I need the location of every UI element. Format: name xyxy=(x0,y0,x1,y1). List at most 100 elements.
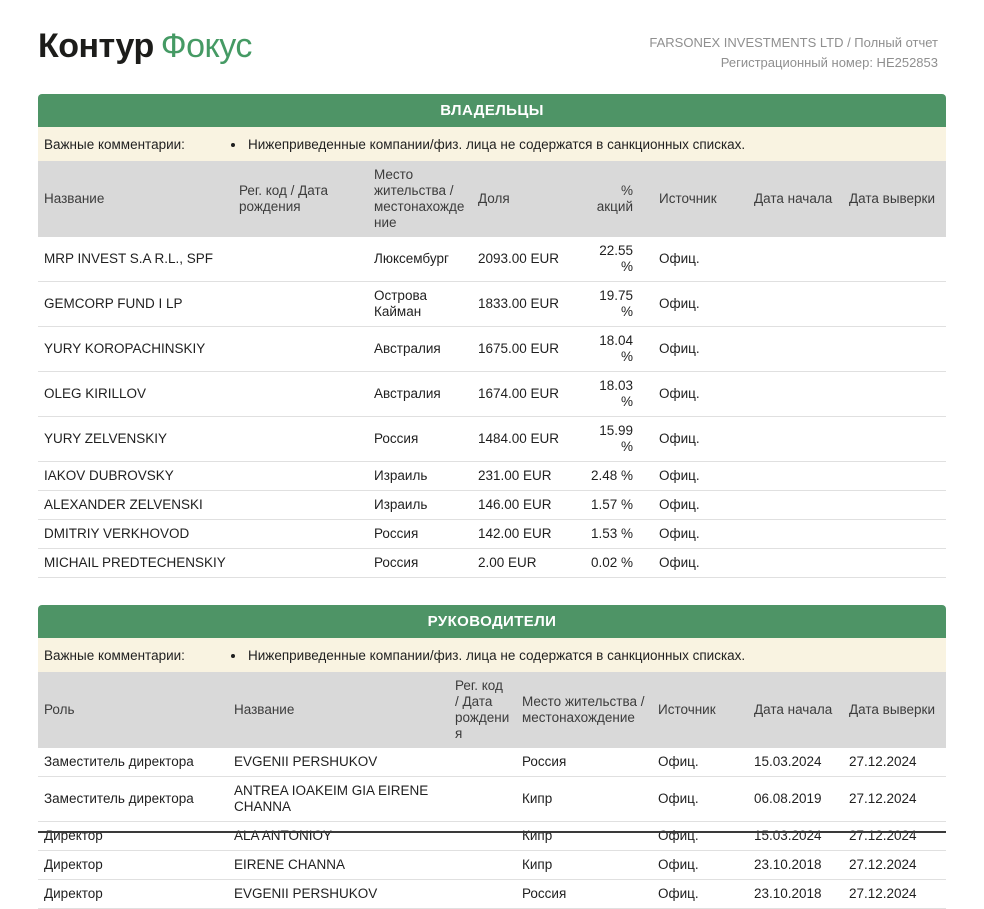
cell xyxy=(449,822,516,851)
cell: YURY KOROPACHINSKIY xyxy=(38,327,233,372)
report-title: FARSONEX INVESTMENTS LTD / Полный отчет xyxy=(649,33,938,53)
cell: Россия xyxy=(368,520,472,549)
column-header: Место жительства / местонахождение xyxy=(516,672,652,748)
cell: Заместитель директора xyxy=(38,777,228,822)
cell: 15.99 % xyxy=(583,417,653,462)
cell xyxy=(843,327,946,372)
cell: Офиц. xyxy=(653,549,748,578)
cell: Офиц. xyxy=(652,777,748,822)
section-title-owners: ВЛАДЕЛЬЦЫ xyxy=(38,94,946,127)
cell xyxy=(449,880,516,909)
cell: Израиль xyxy=(368,491,472,520)
important-comments-managers: Важные комментарии: Нижеприведенные комп… xyxy=(38,638,946,672)
page-header: КонтурФокус FARSONEX INVESTMENTS LTD / П… xyxy=(38,0,946,94)
column-header: % акций xyxy=(583,161,653,237)
column-header: Дата начала xyxy=(748,672,843,748)
cell: Директор xyxy=(38,822,228,851)
cell xyxy=(748,462,843,491)
logo-kontur-text: Контур xyxy=(38,27,154,65)
column-header: Дата начала xyxy=(748,161,843,237)
cell: Офиц. xyxy=(652,748,748,777)
table-row: GEMCORP FUND I LPОстрова Кайман1833.00 E… xyxy=(38,282,946,327)
cell: Офиц. xyxy=(652,822,748,851)
column-header: Место жительства / местонахождение xyxy=(368,161,472,237)
cell: 0.02 % xyxy=(583,549,653,578)
table-row: DMITRIY VERKHOVOD Россия142.00 EUR1.53 %О… xyxy=(38,520,946,549)
cell xyxy=(843,417,946,462)
cell xyxy=(843,520,946,549)
cell xyxy=(233,417,368,462)
table-row: Заместитель директораEVGENII PERSHUKOVРо… xyxy=(38,748,946,777)
managers-table: РольНазваниеРег. код / Дата рожденияМест… xyxy=(38,672,946,909)
cell: Директор xyxy=(38,851,228,880)
comment-item: Нижеприведенные компании/физ. лица не со… xyxy=(246,136,745,153)
cell xyxy=(233,491,368,520)
cell: Офиц. xyxy=(653,520,748,549)
cell: 15.03.2024 xyxy=(748,822,843,851)
cell: ALEXANDER ZELVENSKI xyxy=(38,491,233,520)
cell: DMITRIY VERKHOVOD xyxy=(38,520,233,549)
section-owners: ВЛАДЕЛЬЦЫ Важные комментарии: Нижепривед… xyxy=(38,94,946,578)
cell: 27.12.2024 xyxy=(843,822,946,851)
kontur-focus-logo: КонтурФокус xyxy=(38,26,252,66)
comments-list: Нижеприведенные компании/физ. лица не со… xyxy=(233,647,745,664)
cell: IAKOV DUBROVSKY xyxy=(38,462,233,491)
cell: 146.00 EUR xyxy=(472,491,583,520)
table-row: MRP INVEST S.A R.L., SPF Люксембург2093.0… xyxy=(38,237,946,282)
table-row: YURY KOROPACHINSKIYАвстралия1675.00 EUR1… xyxy=(38,327,946,372)
column-header: Дата выверки xyxy=(843,672,946,748)
owners-table: НазваниеРег. код / Дата рожденияМесто жи… xyxy=(38,161,946,578)
cell xyxy=(449,777,516,822)
cell: ANTREA IOAKEIM GIA EIRENE CHANNA xyxy=(228,777,449,822)
section-managers: РУКОВОДИТЕЛИ Важные комментарии: Нижепри… xyxy=(38,605,946,909)
cell: Офиц. xyxy=(653,282,748,327)
cell: 27.12.2024 xyxy=(843,851,946,880)
cell: Офиц. xyxy=(653,372,748,417)
cell: ALA ANTONIOY xyxy=(228,822,449,851)
cell: Кипр xyxy=(516,777,652,822)
report-meta: FARSONEX INVESTMENTS LTD / Полный отчет … xyxy=(649,26,946,73)
cell: 2093.00 EUR xyxy=(472,237,583,282)
comment-item: Нижеприведенные компании/физ. лица не со… xyxy=(246,647,745,664)
owners-table-head: НазваниеРег. код / Дата рожденияМесто жи… xyxy=(38,161,946,237)
cell xyxy=(843,237,946,282)
cell: EIRENE CHANNA xyxy=(228,851,449,880)
cell: 1.57 % xyxy=(583,491,653,520)
table-row: IAKOV DUBROVSKYИзраиль231.00 EUR2.48 %Оф… xyxy=(38,462,946,491)
cell: Офиц. xyxy=(653,462,748,491)
cell: Офиц. xyxy=(653,237,748,282)
comments-label: Важные комментарии: xyxy=(44,136,233,153)
column-header: Роль xyxy=(38,672,228,748)
managers-table-head: РольНазваниеРег. код / Дата рожденияМест… xyxy=(38,672,946,748)
cell: Россия xyxy=(368,549,472,578)
cell: Люксембург xyxy=(368,237,472,282)
cell: YURY ZELVENSKIY xyxy=(38,417,233,462)
cell: Офиц. xyxy=(652,851,748,880)
cell: Офиц. xyxy=(652,880,748,909)
cell: Офиц. xyxy=(653,327,748,372)
table-row: ALEXANDER ZELVENSKI Израиль146.00 EUR1.57… xyxy=(38,491,946,520)
cell: Кипр xyxy=(516,851,652,880)
cell: 2.00 EUR xyxy=(472,549,583,578)
cell: 142.00 EUR xyxy=(472,520,583,549)
cell: 1484.00 EUR xyxy=(472,417,583,462)
cell: 15.03.2024 xyxy=(748,748,843,777)
cell: 1833.00 EUR xyxy=(472,282,583,327)
cell xyxy=(748,520,843,549)
cell xyxy=(449,748,516,777)
cell: Россия xyxy=(516,880,652,909)
cell: 27.12.2024 xyxy=(843,748,946,777)
logo-focus-text: Фокус xyxy=(161,27,252,65)
cell xyxy=(843,372,946,417)
managers-table-body: Заместитель директораEVGENII PERSHUKOVРо… xyxy=(38,748,946,909)
cell: 1.53 % xyxy=(583,520,653,549)
table-row: ДиректорALA ANTONIOYКипрОфиц.15.03.20242… xyxy=(38,822,946,851)
cell: Офиц. xyxy=(653,417,748,462)
column-header: Источник xyxy=(652,672,748,748)
cell: 18.03 % xyxy=(583,372,653,417)
cell: MRP INVEST S.A R.L., SPF xyxy=(38,237,233,282)
cell xyxy=(233,237,368,282)
cell: 231.00 EUR xyxy=(472,462,583,491)
cell xyxy=(843,462,946,491)
cell: 1674.00 EUR xyxy=(472,372,583,417)
